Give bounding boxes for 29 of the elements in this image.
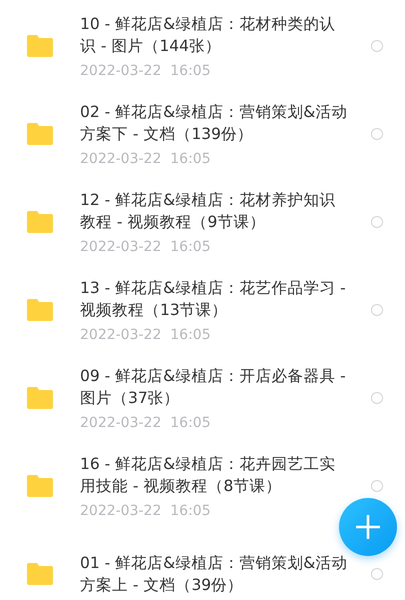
file-date: 2022-03-22 16:05 <box>80 238 211 256</box>
folder-icon <box>27 387 53 409</box>
file-title[interactable]: 10 - 鲜花店&绿植店：花材种类的认识 - 图片（144张） <box>80 12 348 56</box>
file-date: 2022-03-22 16:05 <box>80 62 211 80</box>
radio-button[interactable] <box>371 40 383 52</box>
radio-button[interactable] <box>371 480 383 492</box>
file-date: 2022-03-22 16:05 <box>80 502 211 520</box>
file-title[interactable]: 13 - 鲜花店&绿植店：花艺作品学习 - 视频教程（13节课） <box>80 276 348 320</box>
folder-icon <box>27 123 53 145</box>
file-title[interactable]: 16 - 鲜花店&绿植店：花卉园艺工实用技能 - 视频教程（8节课） <box>80 452 348 496</box>
radio-button[interactable] <box>371 392 383 404</box>
radio-button[interactable] <box>371 216 383 228</box>
file-title[interactable]: 01 - 鲜花店&绿植店：营销策划&活动方案上 - 文档（39份） <box>80 552 348 596</box>
file-title[interactable]: 12 - 鲜花店&绿植店：花材养护知识教程 - 视频教程（9节课） <box>80 188 348 232</box>
add-button[interactable] <box>339 498 397 556</box>
file-date: 2022-03-22 16:05 <box>80 150 211 168</box>
radio-button[interactable] <box>371 568 383 580</box>
file-title[interactable]: 09 - 鲜花店&绿植店：开店必备器具 - 图片（37张） <box>80 364 348 408</box>
folder-icon <box>27 211 53 233</box>
radio-button[interactable] <box>371 128 383 140</box>
plus-icon <box>356 515 380 539</box>
folder-icon <box>27 563 53 585</box>
file-date: 2022-03-22 16:05 <box>80 326 211 344</box>
radio-button[interactable] <box>371 304 383 316</box>
file-date: 2022-03-22 16:05 <box>80 414 211 432</box>
folder-icon <box>27 299 53 321</box>
folder-icon <box>27 35 53 57</box>
file-title[interactable]: 02 - 鲜花店&绿植店：营销策划&活动方案下 - 文档（139份） <box>80 100 348 144</box>
folder-icon <box>27 475 53 497</box>
